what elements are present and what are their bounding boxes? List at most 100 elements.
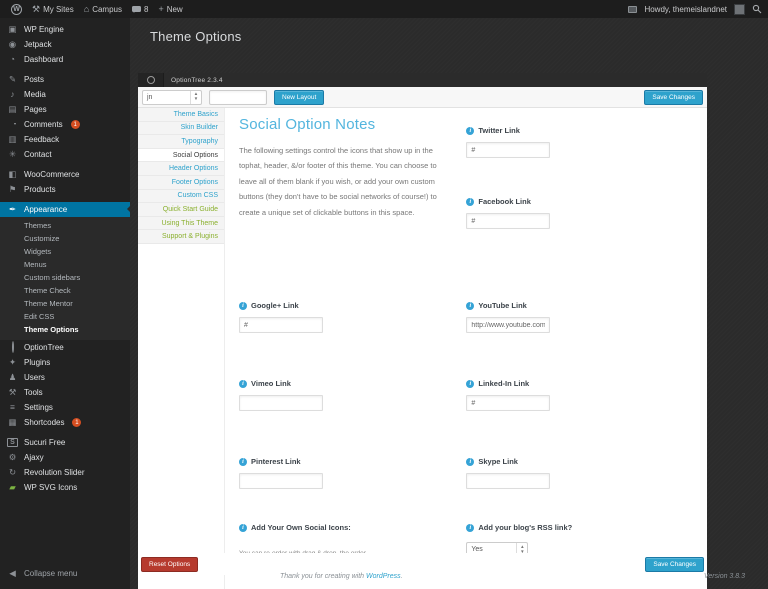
- home-icon: ⌂: [83, 3, 90, 14]
- sidebar-item-settings[interactable]: ≡ Settings: [0, 400, 130, 415]
- info-icon: i: [466, 523, 475, 532]
- posts-icon: ✎: [8, 74, 17, 85]
- tab-skin-builder[interactable]: Skin Builder: [138, 121, 224, 136]
- wp-engine-icon: ▣: [8, 24, 17, 35]
- tab-theme-basics[interactable]: Theme Basics: [138, 108, 224, 122]
- sidebar-item-label: Products: [24, 185, 56, 194]
- vimeo-link-input[interactable]: [239, 395, 323, 411]
- tab-custom-css[interactable]: Custom CSS: [138, 189, 224, 204]
- sidebar-item-contact[interactable]: ✳ Contact: [0, 147, 130, 162]
- sidebar-item-label: Users: [24, 373, 45, 382]
- howdy-text[interactable]: Howdy, themeislandnet: [644, 5, 727, 14]
- shortcodes-icon: ▦: [8, 417, 17, 428]
- facebook-link-input[interactable]: [466, 213, 551, 229]
- wp-logo-menu[interactable]: W: [6, 0, 27, 18]
- sidebar-item-posts[interactable]: ✎ Posts: [0, 72, 130, 87]
- submenu-item-theme-options[interactable]: Theme Options: [0, 323, 130, 336]
- sidebar-item-comments[interactable]: Comments 1: [0, 117, 130, 132]
- sidebar-item-pages[interactable]: ▤ Pages: [0, 102, 130, 117]
- sidebar-item-products[interactable]: ⚑ Products: [0, 182, 130, 197]
- woocommerce-icon: ◧: [8, 169, 17, 180]
- tab-header-options[interactable]: Header Options: [138, 162, 224, 176]
- twitter-link-input[interactable]: [466, 142, 551, 158]
- contact-icon: ✳: [8, 149, 17, 160]
- field-facebook-link: i Facebook Link: [466, 197, 693, 229]
- tab-social-options[interactable]: Social Options: [138, 148, 224, 163]
- reset-options-button[interactable]: Reset Options: [141, 556, 199, 572]
- tab-quick-start-guide[interactable]: Quick Start Guide: [138, 203, 224, 217]
- sidebar-item-users[interactable]: ♟ Users: [0, 370, 130, 385]
- submenu-item-theme-check[interactable]: Theme Check: [0, 284, 130, 297]
- sidebar-item-optiontree[interactable]: OptionTree: [0, 340, 130, 355]
- submenu-item-themes[interactable]: Themes: [0, 219, 130, 232]
- sidebar-item-revolution-slider[interactable]: ↻ Revolution Slider: [0, 465, 130, 480]
- submenu-item-edit-css[interactable]: Edit CSS: [0, 310, 130, 323]
- sidebar-item-label: Plugins: [24, 358, 51, 367]
- youtube-link-input[interactable]: [466, 317, 551, 333]
- sidebar-item-wp-svg-icons[interactable]: ▰ WP SVG Icons: [0, 480, 130, 495]
- plugins-icon: ✦: [8, 357, 17, 368]
- sidebar-item-feedback[interactable]: ▥ Feedback: [0, 132, 130, 147]
- linkedin-link-input[interactable]: [466, 395, 551, 411]
- save-changes-button-bottom[interactable]: Save Changes: [645, 556, 704, 572]
- sucuri-icon: S: [7, 438, 18, 447]
- tools-icon: ⚒: [8, 387, 17, 398]
- options-tab-list: Theme Basics Skin Builder Typography Soc…: [138, 108, 225, 589]
- section-description: The following settings control the icons…: [239, 146, 437, 217]
- search-icon[interactable]: [752, 4, 762, 14]
- skype-link-input[interactable]: [466, 473, 551, 489]
- submenu-item-theme-mentor[interactable]: Theme Mentor: [0, 297, 130, 310]
- sidebar-item-wp-engine[interactable]: ▣ WP Engine: [0, 22, 130, 37]
- user-avatar[interactable]: [734, 3, 745, 15]
- sidebar-item-jetpack[interactable]: ◉ Jetpack: [0, 37, 130, 52]
- comments-shortcut[interactable]: 8: [127, 0, 153, 18]
- users-icon: ♟: [8, 372, 17, 383]
- field-twitter-link: i Twitter Link: [466, 126, 693, 158]
- page-title: Theme Options: [150, 29, 242, 44]
- submenu-item-menus[interactable]: Menus: [0, 258, 130, 271]
- sidebar-item-plugins[interactable]: ✦ Plugins: [0, 355, 130, 370]
- sidebar-item-label: Revolution Slider: [24, 468, 85, 477]
- new-layout-input[interactable]: [209, 89, 267, 105]
- new-label: New: [166, 4, 183, 14]
- site-menu-campus[interactable]: ⌂ Campus: [79, 0, 127, 18]
- pinterest-link-input[interactable]: [239, 473, 323, 489]
- tab-using-this-theme[interactable]: Using This Theme: [138, 216, 224, 231]
- googleplus-link-input[interactable]: [239, 317, 323, 333]
- gear-icon: ⚙: [8, 452, 17, 463]
- new-content-menu[interactable]: + New: [153, 0, 187, 18]
- sidebar-item-label: Pages: [24, 105, 47, 114]
- field-label: Skype Link: [478, 457, 518, 466]
- sidebar-item-media[interactable]: ♪ Media: [0, 87, 130, 102]
- sidebar-item-appearance[interactable]: ✒ Appearance: [0, 202, 130, 217]
- sidebar-item-tools[interactable]: ⚒ Tools: [0, 385, 130, 400]
- tab-typography[interactable]: Typography: [138, 135, 224, 149]
- screen-icon[interactable]: [628, 5, 638, 13]
- wp-svg-icons-icon: ▰: [9, 482, 16, 493]
- tab-support-plugins[interactable]: Support & Plugins: [138, 230, 224, 244]
- submenu-item-custom-sidebars[interactable]: Custom sidebars: [0, 271, 130, 284]
- my-sites-menu[interactable]: ⚒ My Sites: [27, 0, 79, 18]
- info-icon: i: [466, 301, 475, 310]
- collapse-menu-button[interactable]: ◀ Collapse menu: [0, 566, 130, 581]
- sidebar-item-label: Ajaxy: [24, 453, 44, 462]
- submenu-item-widgets[interactable]: Widgets: [0, 245, 130, 258]
- sidebar-item-dashboard[interactable]: ◔ Dashboard: [0, 52, 130, 67]
- section-heading: Social Option Notes: [239, 116, 376, 133]
- comments-count-badge: 1: [70, 120, 80, 129]
- layout-select[interactable]: jn ▲ ▼: [142, 89, 202, 105]
- submenu-item-customize[interactable]: Customize: [0, 232, 130, 245]
- field-googleplus-link: i Google+ Link: [239, 301, 452, 333]
- sidebar-item-sucuri-free[interactable]: S Sucuri Free: [0, 435, 130, 450]
- sidebar-item-woocommerce[interactable]: ◧ WooCommerce: [0, 167, 130, 182]
- sidebar-item-ajaxy[interactable]: ⚙ Ajaxy: [0, 450, 130, 465]
- new-layout-button[interactable]: New Layout: [274, 89, 325, 105]
- tab-footer-options[interactable]: Footer Options: [138, 175, 224, 190]
- my-sites-label: My Sites: [43, 4, 74, 14]
- sidebar-item-label: Contact: [24, 150, 52, 159]
- sidebar-item-shortcodes[interactable]: ▦ Shortcodes 1: [0, 415, 130, 430]
- wordpress-link[interactable]: WordPress: [366, 573, 401, 580]
- collapse-arrow-icon: ◀: [9, 568, 16, 579]
- layout-select-value: jn: [147, 93, 153, 101]
- save-changes-button-top[interactable]: Save Changes: [644, 89, 703, 105]
